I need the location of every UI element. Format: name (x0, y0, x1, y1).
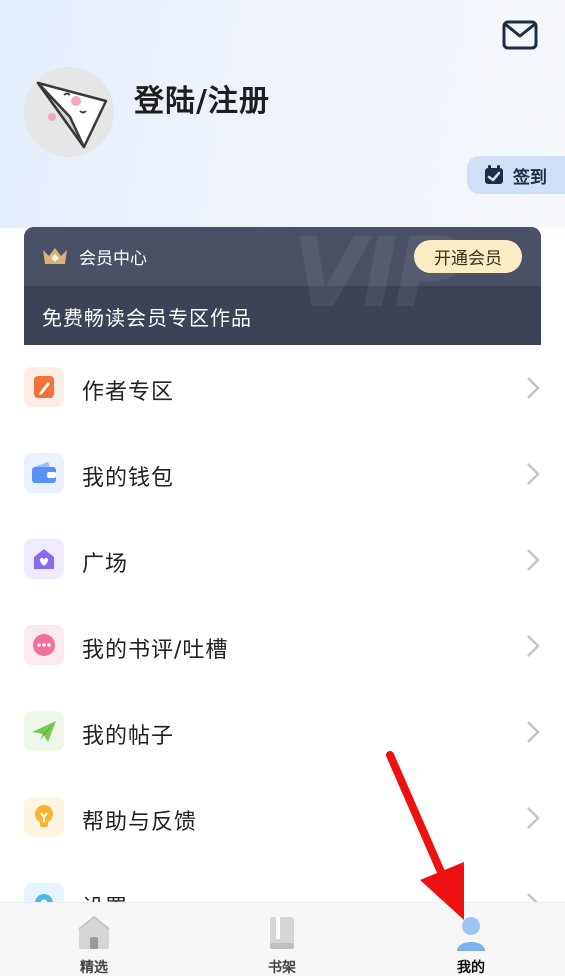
menu-item-label: 我的书评/吐槽 (82, 638, 229, 663)
vip-center-title: 会员中心 (79, 249, 147, 269)
menu-item-posts[interactable]: 我的帖子 (0, 689, 565, 775)
menu-item-label: 广场 (82, 552, 129, 577)
tab-mine[interactable]: 我的 (411, 903, 531, 976)
chevron-right-icon (527, 721, 540, 743)
bottom-tab-bar: 精选 书架 我的 (0, 902, 565, 976)
tab-label: 书架 (268, 960, 296, 976)
chevron-right-icon (527, 463, 540, 485)
tab-featured[interactable]: 精选 (34, 903, 154, 976)
menu-item-help[interactable]: 帮助与反馈 (0, 775, 565, 861)
avatar[interactable] (24, 67, 114, 157)
menu-item-author[interactable]: 作者专区 (0, 345, 565, 431)
house-heart-icon (24, 539, 64, 579)
tab-bookshelf[interactable]: 书架 (222, 903, 342, 976)
wallet-icon (24, 453, 64, 493)
menu-item-label: 我的钱包 (82, 466, 175, 491)
calendar-check-icon (485, 165, 503, 184)
open-membership-button[interactable]: 开通会员 (414, 240, 522, 273)
vip-card[interactable]: VIP 会员中心 开通会员 免费畅读会员专区作品 (24, 227, 541, 345)
chevron-right-icon (527, 549, 540, 571)
signin-label: 签到 (513, 167, 547, 188)
home-icon (78, 915, 110, 949)
chevron-right-icon (527, 635, 540, 657)
crown-icon (43, 248, 67, 264)
lightbulb-icon (24, 797, 64, 837)
mail-button[interactable] (501, 18, 539, 52)
chevron-right-icon (527, 377, 540, 399)
menu-item-label: 作者专区 (82, 380, 175, 405)
paper-plane-avatar-icon (24, 67, 114, 157)
signin-button[interactable]: 签到 (467, 156, 565, 194)
paper-plane-icon (24, 711, 64, 751)
menu-item-square[interactable]: 广场 (0, 517, 565, 603)
mail-icon (502, 20, 538, 50)
chevron-right-icon (527, 807, 540, 829)
tab-label: 我的 (457, 960, 485, 976)
pen-icon (24, 367, 64, 407)
vip-subtitle: 免费畅读会员专区作品 (42, 306, 252, 330)
menu-item-reviews[interactable]: 我的书评/吐槽 (0, 603, 565, 689)
tab-label: 精选 (80, 960, 108, 976)
chat-bubble-icon (24, 625, 64, 665)
menu-item-wallet[interactable]: 我的钱包 (0, 431, 565, 517)
menu-item-label: 帮助与反馈 (82, 810, 198, 835)
menu-item-label: 我的帖子 (82, 724, 175, 749)
login-register-link[interactable]: 登陆/注册 (134, 76, 270, 120)
book-icon (270, 917, 294, 949)
profile-icon (457, 917, 485, 951)
